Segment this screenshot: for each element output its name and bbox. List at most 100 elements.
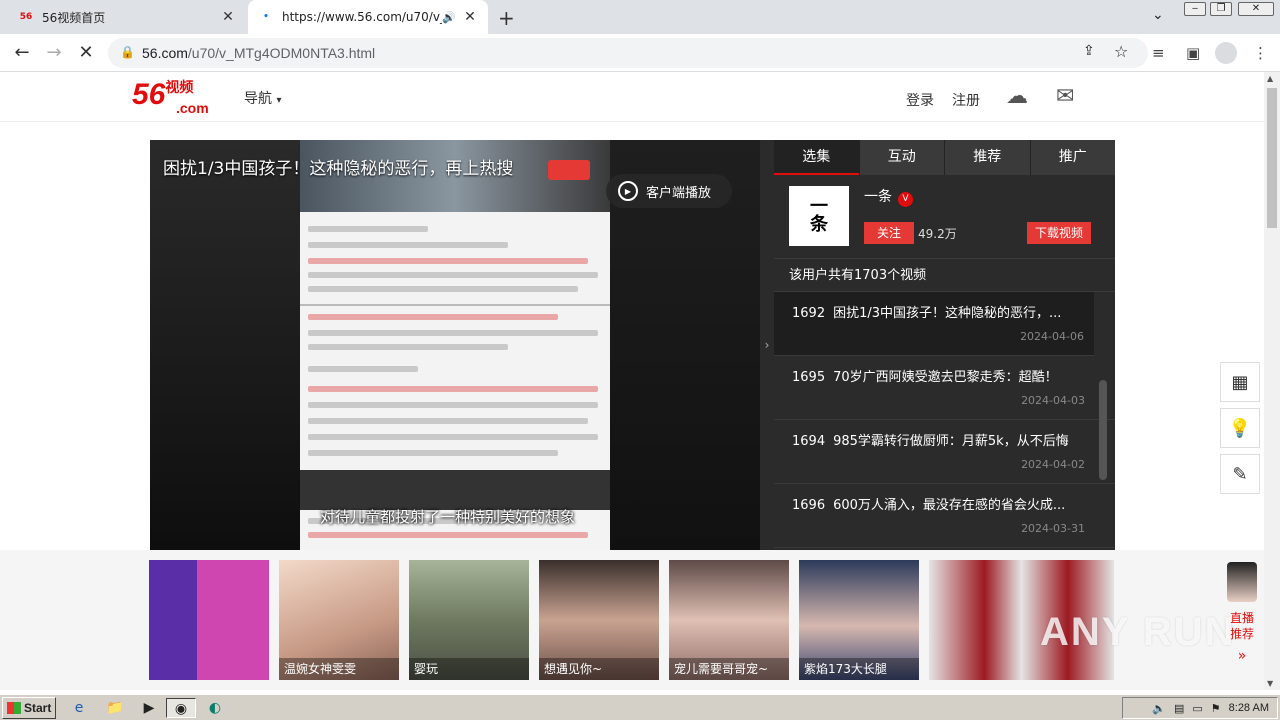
item-date: 2024-03-31 [1021,522,1085,535]
thumbnail-caption: 温婉女神雯雯 [279,658,399,680]
tab-recommend[interactable]: 推荐 [945,140,1030,175]
close-tab-icon[interactable]: ✕ [462,9,478,25]
video-title: 困扰1/3中国孩子！这种隐秘的恶行，再上热搜 [163,159,514,179]
monitor-icon[interactable]: ▭ [1192,702,1202,715]
video-subtitle: 对待儿童都投射了一种特别美好的想象 [320,508,576,526]
client-play-button[interactable]: ▶ 客户端播放 [606,174,732,208]
video-player[interactable]: 困扰1/3中国孩子！这种隐秘的恶行，再上热搜 ▶ 客户端播放 对待儿童都投射了一… [150,140,760,550]
site-logo[interactable]: 56视频 .com [132,78,209,116]
page-scrollbar[interactable]: ▲ ▼ [1264,72,1280,690]
thumbnail-item[interactable]: 紫焰173大长腿 [799,560,919,680]
menu-kebab-icon[interactable]: ⋮ [1253,44,1268,62]
folder-icon[interactable]: 📁 [104,698,126,718]
logo-domain: .com [176,100,209,116]
uploader-avatar-text: 一条 [810,196,828,235]
register-link[interactable]: 注册 [952,90,980,110]
feedback-edit-icon[interactable]: ✎ [1220,454,1260,494]
thumbnail-caption: 婴玩 [409,658,529,680]
tab-interact[interactable]: 互动 [859,140,944,175]
video-frame-top [300,140,610,220]
maximize-icon[interactable]: ❐ [1210,2,1232,16]
item-number: 1695 [792,370,826,385]
playlist: 1692 困扰1/3中国孩子！这种隐秘的恶行，... 2024-04-06 169… [774,292,1115,548]
thumbnail-item[interactable]: 想遇见你~ [539,560,659,680]
logo-text: 视频 [165,79,194,95]
forward-arrow-icon[interactable]: → [42,41,66,65]
video-frame-left [150,140,300,550]
play-icon: ▶ [618,181,638,201]
thumbnail-item[interactable] [149,560,269,680]
ie-icon[interactable]: e [68,698,90,718]
caret-down-icon: ▾ [276,95,282,106]
share-icon[interactable]: ⇪ [1083,43,1095,59]
lightbulb-icon[interactable]: 💡 [1220,408,1260,448]
item-title: 600万人涌入，最没存在感的省会火成... [833,498,1066,513]
thumbnail-caption: 紫焰173大长腿 [799,658,919,680]
address-bar[interactable]: 🔒 56.com/u70/v_MTg4ODM0NTA3.html ⇪ ☆ [108,38,1148,68]
scrollbar-thumb[interactable] [1267,88,1277,228]
floating-toolbar: ▦ 💡 ✎ [1220,362,1262,500]
follow-button[interactable]: 关注 [864,222,914,244]
message-envelope-icon[interactable]: ✉ [1056,84,1074,109]
media-player-icon[interactable]: ▶ [138,698,160,718]
back-arrow-icon[interactable]: ← [10,41,34,65]
tab-episodes[interactable]: 选集 [774,140,859,175]
clock-time[interactable]: 8:28 AM [1229,702,1269,714]
tab-promote[interactable]: 推广 [1030,140,1115,175]
collapse-panel-chevron-icon[interactable]: › [760,140,774,550]
video-frame-article-image [300,212,610,550]
item-number: 1692 [792,306,826,321]
item-date: 2024-04-06 [1020,330,1084,343]
new-tab-icon[interactable]: + [498,6,515,30]
tab-search-chevron-icon[interactable]: ⌄ [1152,7,1164,23]
list-item[interactable]: 1695 70岁广西阿姨受邀去巴黎走秀：超酷！ 2024-04-03 [774,356,1115,420]
item-date: 2024-04-03 [1021,394,1085,407]
uploader-avatar[interactable]: 一条 [789,186,849,246]
list-item[interactable]: 1692 困扰1/3中国孩子！这种隐秘的恶行，... 2024-04-06 [774,292,1094,356]
network-icon[interactable]: ▤ [1174,702,1184,715]
chrome-icon[interactable]: ◉ [166,698,196,718]
panel-tabs: 选集 互动 推荐 推广 [774,140,1115,175]
list-item[interactable]: 1696 600万人涌入，最没存在感的省会火成... 2024-03-31 [774,484,1115,548]
lock-icon[interactable]: 🔒 [120,45,135,59]
volume-icon[interactable]: 🔈 [1152,702,1166,715]
bookmark-star-icon[interactable]: ☆ [1114,42,1128,61]
edge-icon[interactable]: ◐ [204,698,226,718]
thumbnail-item[interactable]: 温婉女神雯雯 [279,560,399,680]
start-button[interactable]: Start [2,697,56,719]
close-window-icon[interactable]: ✕ [1238,2,1274,16]
profile-avatar-icon[interactable] [1215,42,1237,64]
fans-count: 49.2万 [918,227,957,241]
download-video-button[interactable]: 下载视频 [1027,222,1091,244]
windows-taskbar: Start e 📁 ▶ ◉ ◐ 🔈 ▤ ▭ ⚑ 8:28 AM [0,694,1280,720]
nav-menu-dropdown[interactable]: 导航 ▾ [244,88,281,108]
tab-56-home[interactable]: 56 56视频首页 ✕ [8,0,246,34]
verified-v-icon: V [898,192,913,207]
live-avatar [1227,562,1257,602]
uploader-name[interactable]: 一条 V [864,186,913,207]
tab-title: https://www.56.com/u70/v_MTg [282,10,442,24]
thumbnail-caption: 宠儿需要哥哥宠~ [669,658,789,680]
qr-code-icon[interactable]: ▦ [1220,362,1260,402]
speaker-icon[interactable]: 🔊 [442,11,456,24]
tab-current-video[interactable]: • https://www.56.com/u70/v_MTg 🔊 ✕ [248,0,488,34]
media-control-icon[interactable]: ≡ [1152,44,1165,62]
thumbnail-item[interactable]: 婴玩 [409,560,529,680]
item-date: 2024-04-02 [1021,458,1085,471]
playlist-scrollbar[interactable] [1099,380,1107,480]
scroll-down-icon[interactable]: ▼ [1267,679,1273,688]
thumbnail-item[interactable]: 宠儿需要哥哥宠~ [669,560,789,680]
site-header: 56视频 .com 导航 ▾ 登录 注册 ☁ ✉ [0,72,1264,122]
close-tab-icon[interactable]: ✕ [220,9,236,25]
logo-number: 56 [132,78,166,111]
flag-icon[interactable]: ⚑ [1211,702,1221,715]
thumbnail-caption: 想遇见你~ [539,658,659,680]
stop-loading-icon[interactable]: ✕ [74,41,98,65]
upload-cloud-icon[interactable]: ☁ [1006,84,1028,109]
video-count-text: 该用户共有1703个视频 [774,258,1115,292]
side-panel-icon[interactable]: ▣ [1186,44,1200,62]
scroll-up-icon[interactable]: ▲ [1267,74,1273,83]
minimize-icon[interactable]: ‒ [1184,2,1206,16]
list-item[interactable]: 1694 985学霸转行做厨师：月薪5k，从不后悔 2024-04-02 [774,420,1115,484]
login-link[interactable]: 登录 [906,90,934,110]
